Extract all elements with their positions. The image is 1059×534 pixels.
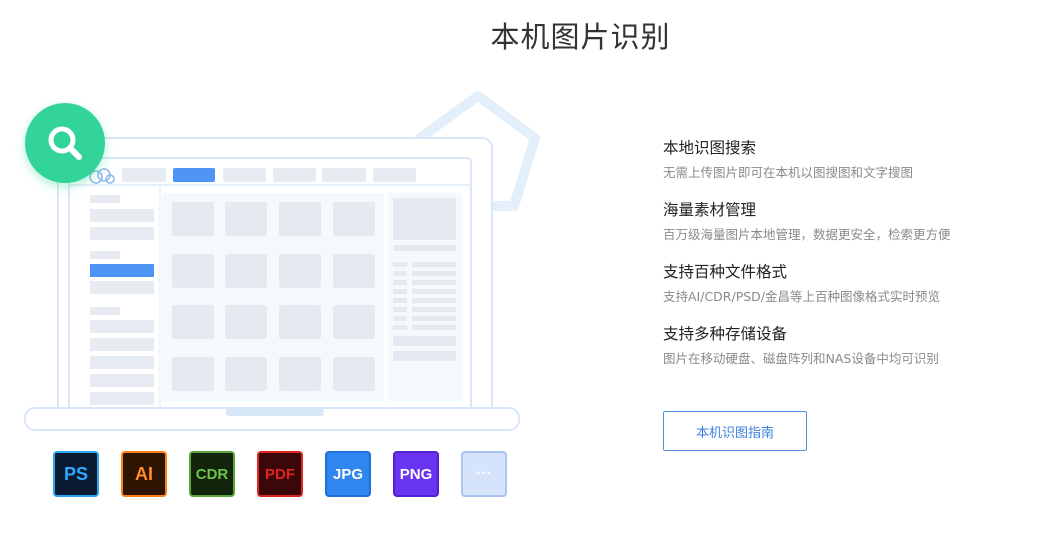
feature-desc: 图片在移动硬盘、磁盘阵列和NAS设备中均可识别 <box>663 351 939 366</box>
feature-title: 海量素材管理 <box>663 201 757 219</box>
illustrator-icon: AI <box>121 451 167 497</box>
format-icons: PS AI CDR PDF JPG PNG ··· <box>53 451 529 497</box>
png-icon: PNG <box>393 451 439 497</box>
feature-title: 支持百种文件格式 <box>663 263 788 281</box>
feature-list: 本地识图搜索 无需上传图片即可在本机以图搜图和文字搜图 海量素材管理 百万级海量… <box>663 138 1043 386</box>
pdf-icon: PDF <box>257 451 303 497</box>
page-title: 本机图片识别 <box>490 20 671 54</box>
feature-item: 支持百种文件格式 支持AI/CDR/PSD/金昌等上百种图像格式实时预览 <box>663 262 1043 305</box>
photoshop-icon: PS <box>53 451 99 497</box>
feature-item: 支持多种存储设备 图片在移动硬盘、磁盘阵列和NAS设备中均可识别 <box>663 324 1043 367</box>
feature-desc: 百万级海量图片本地管理，数据更安全，检索更方便 <box>663 227 951 242</box>
jpg-icon: JPG <box>325 451 371 497</box>
feature-desc: 支持AI/CDR/PSD/金昌等上百种图像格式实时预览 <box>663 289 941 304</box>
more-icon: ··· <box>461 451 507 497</box>
feature-desc: 无需上传图片即可在本机以图搜图和文字搜图 <box>663 165 914 180</box>
feature-title: 本地识图搜索 <box>663 139 757 157</box>
search-badge <box>25 103 105 183</box>
feature-item: 本地识图搜索 无需上传图片即可在本机以图搜图和文字搜图 <box>663 138 1043 181</box>
coreldraw-icon: CDR <box>189 451 235 497</box>
laptop-illustration <box>24 137 520 431</box>
feature-title: 支持多种存储设备 <box>663 325 788 343</box>
guide-button[interactable]: 本机识图指南 <box>663 411 807 451</box>
search-icon <box>48 126 82 160</box>
feature-item: 海量素材管理 百万级海量图片本地管理，数据更安全，检索更方便 <box>663 200 1043 243</box>
